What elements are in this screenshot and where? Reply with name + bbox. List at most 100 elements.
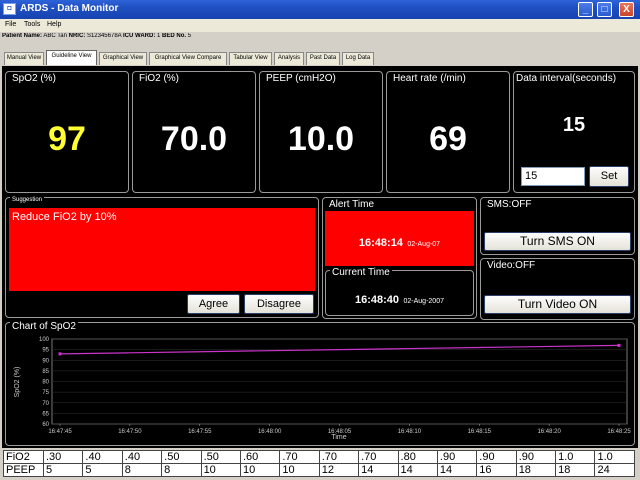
table-cell: 1.0 [555, 450, 596, 464]
spo2-label: SpO2 (%) [10, 73, 58, 84]
menu-help[interactable]: Help [47, 21, 61, 28]
guideline-table: FiO2.30.40.40.50.50.60.70.70.70.80.90.90… [3, 450, 635, 477]
menu-tools[interactable]: Tools [24, 21, 40, 28]
table-cell: 10 [239, 463, 281, 477]
current-time-value: 16:48:40 [355, 294, 400, 306]
table-cell: 1.0 [594, 450, 635, 464]
minimize-button[interactable]: _ [578, 2, 593, 17]
table-cell: .40 [82, 450, 123, 464]
peep-value: 10.0 [287, 120, 355, 158]
peep-label: PEEP (cmH2O) [264, 73, 338, 84]
table-cell: 18 [515, 463, 557, 477]
alert-time-value: 16:48:14 [358, 237, 403, 249]
x-tick-label: 16:48:15 [468, 429, 492, 435]
table-cell: .30 [42, 450, 84, 464]
peep-panel: PEEP (cmH2O) 10.0 [259, 71, 383, 193]
video-status-label: Video:OFF [485, 260, 538, 271]
maximize-button[interactable]: □ [597, 2, 612, 17]
heart-rate-label: Heart rate (/min) [391, 73, 468, 84]
tab-log-data[interactable]: Log Data [342, 52, 374, 65]
sms-status-label: SMS:OFF [485, 199, 534, 210]
tab-manual-view[interactable]: Manual View [4, 52, 44, 65]
data-interval-value: 15 [562, 114, 586, 136]
set-interval-button[interactable]: Set [589, 166, 629, 187]
table-cell: .50 [161, 450, 202, 464]
y-tick-label: 100 [39, 337, 50, 343]
current-date-value: 02-Aug-2007 [403, 298, 444, 305]
table-cell: 24 [594, 463, 635, 477]
tab-graphical-view[interactable]: Graphical View [99, 52, 147, 65]
table-cell: 14 [358, 463, 399, 477]
suggestion-label: Suggestion [10, 197, 45, 203]
x-tick-label: 16:47:50 [118, 429, 142, 435]
x-tick-label: 16:48:10 [398, 429, 422, 435]
tab-guideline-view[interactable]: Guideline View [46, 50, 97, 65]
data-interval-panel: Data interval(seconds) 15 15 Set [513, 71, 635, 193]
table-cell: .70 [318, 450, 360, 464]
table-cell: 10 [200, 463, 241, 477]
spo2-chart: 100 95 90 85 80 75 70 65 60 16:47:45 16:47:50 16:4… [14, 337, 631, 441]
table-cell: .90 [476, 450, 517, 464]
y-tick-label: 75 [42, 390, 49, 396]
table-cell: 8 [121, 463, 163, 477]
table-cell: .60 [239, 450, 281, 464]
data-interval-label: Data interval(seconds) [516, 73, 617, 84]
fio2-value: 70.0 [160, 120, 228, 158]
suggestion-panel: Suggestion Reduce FiO2 by 10% Agree Disa… [5, 197, 319, 318]
patient-name-label: Patient Name: [2, 33, 43, 39]
fio2-panel: FiO2 (%) 70.0 [132, 71, 256, 193]
table-cell: 12 [318, 463, 360, 477]
x-tick-label: 16:48:25 [607, 429, 631, 435]
close-button[interactable]: X [619, 2, 634, 17]
nric-label: NRIC: [68, 33, 86, 39]
data-interval-input[interactable]: 15 [521, 167, 585, 186]
current-time-panel: Current Time 16:48:40 02-Aug-2007 [325, 267, 474, 316]
menu-bar: File Tools Help [0, 19, 640, 32]
menu-file[interactable]: File [5, 21, 16, 28]
tab-past-data[interactable]: Past Data [306, 52, 340, 65]
heart-rate-value: 69 [429, 120, 467, 158]
agree-button[interactable]: Agree [187, 294, 240, 314]
video-panel: Video:OFF Turn Video ON [480, 258, 635, 320]
current-time-label: Current Time [330, 267, 392, 278]
x-tick-label: 16:47:45 [48, 429, 72, 435]
suggestion-text: Reduce FiO2 by 10% [12, 211, 117, 223]
table-row-peep: PEEP 5 5 8 8 10 10 10 12 14 14 14 16 18 18 24 [3, 463, 635, 477]
nric-value: S12345678A [86, 33, 122, 39]
table-cell: 5 [82, 463, 123, 477]
bed-label: BED No. [162, 33, 187, 39]
table-cell: .90 [436, 450, 478, 464]
suggestion-alert-box: Reduce FiO2 by 10% [9, 208, 315, 291]
table-cell: 14 [397, 463, 438, 477]
y-tick-label: 95 [42, 348, 49, 354]
spo2-panel: SpO2 (%) 97 [5, 71, 129, 193]
table-cell: 8 [161, 463, 202, 477]
spo2-value: 97 [48, 120, 86, 158]
table-cell: .40 [121, 450, 163, 464]
tab-graphical-view-compare[interactable]: Graphical View Compare [149, 52, 227, 65]
spo2-data-point [617, 343, 621, 347]
title-bar[interactable]: ◘ ARDS - Data Monitor _ □ X [0, 0, 640, 19]
alert-time-label: Alert Time [327, 199, 377, 210]
table-row-fio2: FiO2.30.40.40.50.50.60.70.70.70.80.90.90… [3, 450, 635, 464]
sms-panel: SMS:OFF Turn SMS ON [480, 197, 635, 255]
turn-video-on-button[interactable]: Turn Video ON [484, 295, 631, 314]
x-axis-label: Time [331, 434, 346, 441]
bed-value: 5 [187, 33, 192, 39]
table-cell: 10 [279, 463, 320, 477]
app-window: ◘ ARDS - Data Monitor _ □ X File Tools H… [0, 0, 640, 480]
table-cell: .70 [279, 450, 320, 464]
y-tick-label: 85 [42, 369, 49, 375]
tab-tabular-view[interactable]: Tabular View [229, 52, 272, 65]
disagree-button[interactable]: Disagree [244, 294, 314, 314]
fio2-label: FiO2 (%) [137, 73, 181, 84]
spo2-data-point [58, 352, 62, 356]
tab-analysis[interactable]: Analysis [274, 52, 304, 65]
heart-rate-panel: Heart rate (/min) 69 [386, 71, 510, 193]
ward-value: 1 [157, 33, 161, 39]
y-tick-label: 70 [42, 401, 49, 407]
turn-sms-on-button[interactable]: Turn SMS ON [484, 232, 631, 251]
patient-info: Patient Name: ABC Tan NRIC: S12345678A I… [2, 33, 638, 44]
window-title: ARDS - Data Monitor [20, 3, 119, 14]
patient-name: ABC Tan [43, 33, 67, 39]
